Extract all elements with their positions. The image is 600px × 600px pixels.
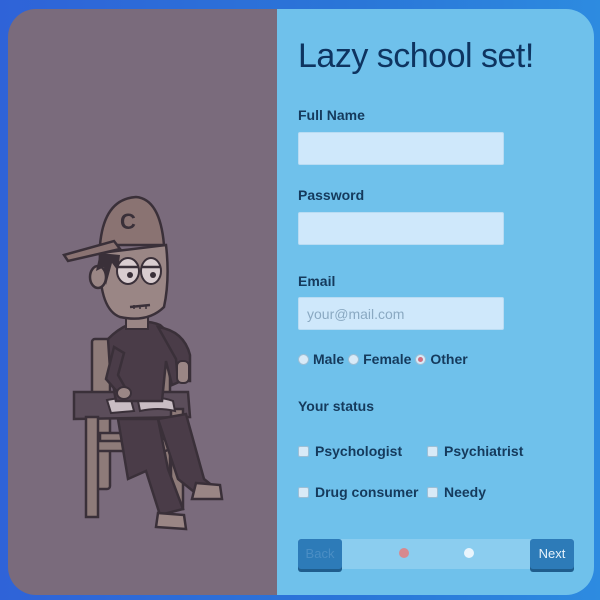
email-input[interactable] <box>298 297 504 330</box>
status-label-psychologist: Psychologist <box>315 443 403 459</box>
gender-label-other: Other <box>430 351 468 367</box>
svg-text:C: C <box>120 209 136 234</box>
radio-button-selected[interactable] <box>415 353 427 365</box>
back-button[interactable]: Back <box>298 539 342 569</box>
illustration-panel: C <box>8 9 277 595</box>
checkbox[interactable] <box>298 445 309 457</box>
checkbox[interactable] <box>427 486 438 498</box>
gender-radio-group: Male Female Other <box>298 351 472 367</box>
full-name-input[interactable] <box>298 132 504 165</box>
gender-option-female[interactable]: Female <box>348 351 411 367</box>
password-label: Password <box>298 187 365 203</box>
email-label: Email <box>298 273 336 289</box>
gender-option-male[interactable]: Male <box>298 351 344 367</box>
step-dot-active[interactable] <box>399 548 409 558</box>
status-label-drug-consumer: Drug consumer <box>315 484 419 500</box>
gender-label-male: Male <box>313 351 345 367</box>
status-label-psychiatrist: Psychiatrist <box>444 443 524 459</box>
gender-label-female: Female <box>363 351 412 367</box>
step-dot-inactive[interactable] <box>464 548 474 558</box>
gender-option-other[interactable]: Other <box>415 351 468 367</box>
lazy-student-illustration: C <box>62 195 224 531</box>
full-name-label: Full Name <box>298 107 365 123</box>
next-button[interactable]: Next <box>530 539 574 569</box>
status-option-psychologist[interactable]: Psychologist <box>298 443 402 459</box>
form-title: Lazy school set! <box>298 37 534 75</box>
status-label-needy: Needy <box>444 484 487 500</box>
status-label: Your status <box>298 398 374 414</box>
checkbox[interactable] <box>298 486 309 498</box>
status-option-psychiatrist[interactable]: Psychiatrist <box>427 443 523 459</box>
radio-button[interactable] <box>348 353 360 365</box>
status-option-needy[interactable]: Needy <box>427 484 486 500</box>
radio-button[interactable] <box>298 353 309 365</box>
form-panel: Lazy school set! Full Name Password Emai… <box>277 9 594 595</box>
checkbox[interactable] <box>427 445 438 457</box>
status-option-drug-consumer[interactable]: Drug consumer <box>298 484 418 500</box>
signup-card: C Lazy school set! Full Name Password Em… <box>8 9 594 595</box>
password-input[interactable] <box>298 212 504 245</box>
